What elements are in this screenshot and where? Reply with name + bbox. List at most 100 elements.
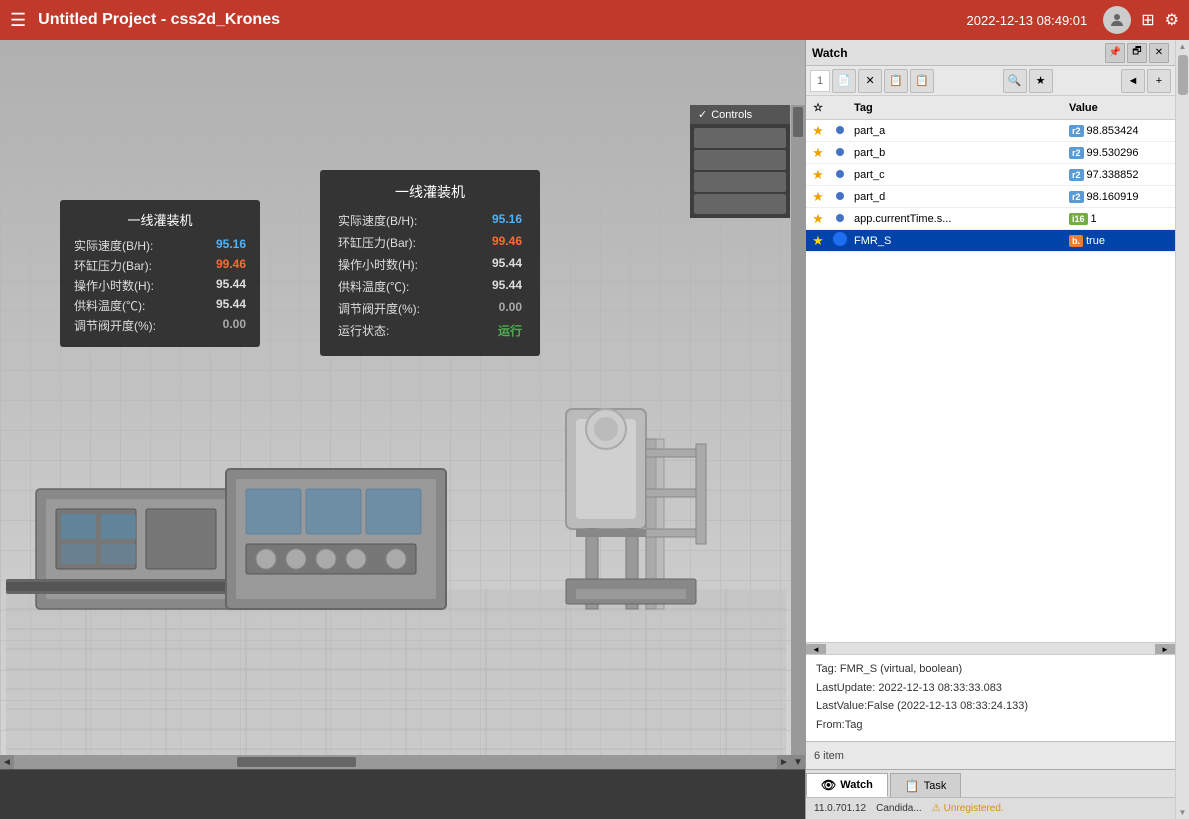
settings-icon[interactable]: ⚙: [1165, 10, 1179, 30]
popup-large-row-2: 环缸压力(Bar): 99.46: [338, 234, 522, 251]
dot-cell: [830, 147, 850, 159]
star-cell[interactable]: ★: [806, 167, 830, 183]
warning-icon: ⚠: [932, 803, 941, 814]
scroll-thumb-horizontal[interactable]: [237, 757, 356, 767]
watch-float-btn[interactable]: 🗗: [1127, 43, 1147, 63]
watch-pin-btn[interactable]: 📌: [1105, 43, 1125, 63]
grid-view-icon[interactable]: ⊞: [1141, 10, 1154, 30]
tab-task[interactable]: 📋 Task: [890, 773, 962, 797]
control-row-2: [694, 150, 786, 170]
3d-viewport[interactable]: 一线灌装机 实际速度(B/H): 95.16 环缸压力(Bar): 99.46 …: [0, 40, 805, 819]
detail-tag-info: Tag: FMR_S (virtual, boolean): [816, 661, 1165, 678]
menu-icon[interactable]: ☰: [10, 10, 26, 31]
toolbar-doc-btn[interactable]: 📄: [832, 69, 856, 93]
watch-item-count: 6 item: [806, 741, 1175, 769]
dot-cell: [830, 125, 850, 137]
star-icon: ★: [812, 145, 824, 160]
popup-small-row-5: 调节阀开度(%): 0.00: [74, 317, 246, 334]
toolbar-prev-btn[interactable]: ◄: [1121, 69, 1145, 93]
scroll-left-btn[interactable]: ◄: [0, 755, 14, 769]
controls-label: Controls: [711, 109, 752, 121]
user-avatar[interactable]: [1103, 6, 1131, 34]
watch-close-btn[interactable]: ✕: [1149, 43, 1169, 63]
scrollbar-vertical[interactable]: [791, 105, 805, 769]
vscroll-thumb[interactable]: [1178, 55, 1188, 95]
scroll-right-btn[interactable]: ►: [777, 755, 791, 769]
dot-icon: [836, 148, 844, 156]
table-row[interactable]: ★ part_c r2 97.338852: [806, 164, 1175, 186]
value-cell: r2 98.160919: [1065, 191, 1175, 203]
watch-tab-icon: 👁: [821, 778, 836, 792]
star-cell[interactable]: ★: [806, 211, 830, 227]
hscroll-right[interactable]: ►: [1155, 644, 1175, 654]
table-row[interactable]: ★ app.currentTime.s... i16 1: [806, 208, 1175, 230]
machine-svg: [6, 289, 786, 769]
popup-small-row-1: 实际速度(B/H): 95.16: [74, 237, 246, 254]
vscroll-down-btn[interactable]: ▼: [1179, 808, 1187, 817]
tag-cell: part_a: [850, 125, 1065, 137]
watch-hscroll[interactable]: ◄ ►: [806, 642, 1175, 654]
star-icon: ★: [812, 189, 824, 204]
info-popup-small: 一线灌装机 实际速度(B/H): 95.16 环缸压力(Bar): 99.46 …: [60, 200, 260, 347]
star-icon: ★: [812, 233, 824, 248]
table-row[interactable]: ★ FMR_S b. true: [806, 230, 1175, 252]
bottom-status-bar: 11.0.701.12 Candida... ⚠ Unregistered.: [806, 797, 1175, 819]
type-badge: r2: [1069, 125, 1084, 137]
scroll-down-btn[interactable]: ▼: [791, 755, 805, 769]
watch-table: ☆ Tag Value ★ part_a r2 98.853424 ★ part…: [806, 96, 1175, 642]
star-cell[interactable]: ★: [806, 145, 830, 161]
dot-icon: [836, 192, 844, 200]
watch-panel: Watch 📌 🗗 ✕ 1 📄 ✕ 📋 📋 🔍 ★ ◄ + ☆: [805, 40, 1175, 819]
toolbar-copy-btn[interactable]: 📋: [884, 69, 908, 93]
table-row[interactable]: ★ part_b r2 99.530296: [806, 142, 1175, 164]
scrollbar-horizontal[interactable]: [0, 755, 791, 769]
value-cell: r2 97.338852: [1065, 169, 1175, 181]
table-row[interactable]: ★ part_a r2 98.853424: [806, 120, 1175, 142]
toolbar-delete-btn[interactable]: ✕: [858, 69, 882, 93]
tag-cell: part_b: [850, 147, 1065, 159]
popup-small-row-3: 操作小时数(H): 95.44: [74, 277, 246, 294]
toolbar-star-btn[interactable]: ★: [1029, 69, 1053, 93]
watch-toolbar: 1 📄 ✕ 📋 📋 🔍 ★ ◄ +: [806, 66, 1175, 96]
type-badge: r2: [1069, 191, 1084, 203]
tag-cell: app.currentTime.s...: [850, 213, 1065, 225]
detail-from: From:Tag: [816, 717, 1165, 734]
toolbar-search-btn[interactable]: 🔍: [1003, 69, 1027, 93]
dot-cell: [830, 191, 850, 203]
star-cell[interactable]: ★: [806, 189, 830, 205]
watch-panel-icons: 📌 🗗 ✕: [1105, 43, 1169, 63]
dot-cell: [830, 232, 850, 249]
popup-large-row-1: 实际速度(B/H): 95.16: [338, 212, 522, 229]
app-title: Untitled Project - css2d_Krones: [38, 11, 966, 29]
warning-text: Unregistered.: [944, 803, 1004, 814]
tag-cell: part_d: [850, 191, 1065, 203]
item-count-label: 6 item: [814, 750, 844, 762]
watch-panel-scrollbar[interactable]: ▲ ▼: [1175, 40, 1189, 819]
hscroll-left[interactable]: ◄: [806, 644, 826, 654]
type-badge: r2: [1069, 147, 1084, 159]
vscroll-up-btn[interactable]: ▲: [1179, 42, 1187, 51]
star-cell[interactable]: ★: [806, 233, 830, 249]
popup-small-title: 一线灌装机: [74, 210, 246, 229]
star-icon: ★: [812, 211, 824, 226]
toolbar-add-btn[interactable]: +: [1147, 69, 1171, 93]
toolbar-paste-btn[interactable]: 📋: [910, 69, 934, 93]
col-header-tag: Tag: [850, 102, 1065, 114]
star-icon: ★: [812, 123, 824, 138]
popup-large-row-6: 运行状态: 运行: [338, 322, 522, 339]
table-row[interactable]: ★ part_d r2 98.160919: [806, 186, 1175, 208]
task-tab-label: Task: [924, 780, 947, 792]
tag-cell: part_c: [850, 169, 1065, 181]
star-cell[interactable]: ★: [806, 123, 830, 139]
dot-icon: [836, 214, 844, 222]
candidate-label: Candida...: [876, 803, 922, 814]
dot-icon: [833, 232, 847, 246]
scroll-thumb-vertical[interactable]: [793, 107, 803, 137]
value-cell: r2 98.853424: [1065, 125, 1175, 137]
watch-tab-label: Watch: [840, 779, 873, 791]
tab-watch[interactable]: 👁 Watch: [806, 773, 888, 797]
type-badge: b.: [1069, 235, 1083, 247]
control-row-3: [694, 172, 786, 192]
popup-large-row-3: 操作小时数(H): 95.44: [338, 256, 522, 273]
detail-last-update: LastUpdate: 2022-12-13 08:33:33.083: [816, 680, 1165, 697]
